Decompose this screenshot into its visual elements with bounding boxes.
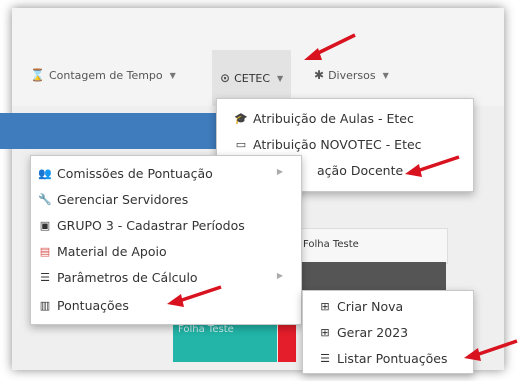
pdf-file-icon: ▤ — [39, 244, 51, 258]
menu-label: Pontuações — [57, 297, 129, 313]
card-title: Folha Teste — [303, 239, 359, 250]
chevron-down-icon: ▼ — [277, 73, 284, 83]
menu-label: Listar Pontuações — [337, 350, 448, 366]
menu-item-comissoes[interactable]: 👥 Comissões de Pontuação ▶ — [37, 162, 297, 184]
card-dark-strip — [282, 262, 446, 292]
calendar-icon: ▣ — [39, 218, 51, 232]
top-navbar: ⌛ Contagem de Tempo ▼ ⊙ CETEC ▼ ✱ Divers… — [12, 8, 504, 106]
hourglass-icon: ⌛ — [30, 68, 45, 82]
folha-card: Folha Teste — [280, 228, 448, 264]
plus-square-icon: ⊞ — [320, 299, 330, 313]
menu-label: Comissões de Pontuação — [57, 165, 213, 181]
menu-label: Gerenciar Servidores — [57, 191, 189, 207]
menu-item-pontuacoes[interactable]: ▥ Pontuações — [37, 294, 129, 316]
teal-tile-text: Folha Teste — [178, 324, 234, 335]
menu-label: GRUPO 3 - Cadastrar Períodos — [57, 217, 245, 233]
menu-item-gerenciar-servidores[interactable]: 🔧 Gerenciar Servidores — [37, 188, 188, 210]
nav-contagem-de-tempo[interactable]: ⌛ Contagem de Tempo ▼ — [30, 64, 176, 86]
chevron-right-icon: ▶ — [276, 167, 283, 176]
nav-cetec-label: CETEC — [234, 71, 271, 85]
wrench-icon: 🔧 — [38, 192, 52, 206]
blue-header-band — [0, 113, 240, 149]
chevron-right-icon: ▶ — [276, 271, 283, 280]
menu-item-avaliacao-docente[interactable]: ação Docente — [317, 159, 403, 181]
menu-item-parametros[interactable]: ☰ Parâmetros de Cálculo ▶ — [37, 266, 297, 288]
chevron-down-icon: ▼ — [382, 70, 389, 80]
menu-label: Atribuição de Aulas - Etec — [253, 110, 414, 126]
menu-label: Gerar 2023 — [337, 324, 409, 340]
users-icon: 👥 — [38, 166, 52, 180]
menu-label: Atribuição NOVOTEC - Etec — [253, 136, 422, 152]
nav-diversos-label: Diversos — [328, 68, 376, 82]
nav-diversos[interactable]: ✱ Diversos ▼ — [314, 64, 389, 86]
menu-label: Material de Apoio — [57, 243, 167, 259]
nav-contagem-label: Contagem de Tempo — [48, 68, 163, 82]
pontuacoes-submenu: ⊞ Criar Nova ⊞ Gerar 2023 ☰ Listar Pontu… — [302, 290, 474, 374]
circle-chevron-icon: ⊙ — [220, 71, 231, 85]
menu-label: ação Docente — [317, 162, 404, 178]
menu-item-gerar-2023[interactable]: ⊞ Gerar 2023 — [317, 321, 408, 343]
menu-item-listar-pontuacoes[interactable]: ☰ Listar Pontuações — [317, 347, 448, 369]
chevron-down-icon: ▼ — [169, 70, 176, 80]
bar-chart-icon: ▥ — [39, 298, 51, 312]
asterisk-icon: ✱ — [314, 68, 325, 82]
menu-item-atribuicao-novotec[interactable]: ▭ Atribuição NOVOTEC - Etec — [233, 133, 422, 155]
menu-item-atribuicao-aulas[interactable]: 🎓 Atribuição de Aulas - Etec — [233, 107, 414, 129]
menu-item-grupo3[interactable]: ▣ GRUPO 3 - Cadastrar Períodos — [37, 214, 245, 236]
menu-item-criar-nova[interactable]: ⊞ Criar Nova — [317, 295, 403, 317]
menu-label: Parâmetros de Cálculo — [57, 269, 198, 285]
main-dropdown: 👥 Comissões de Pontuação ▶ 🔧 Gerenciar S… — [30, 155, 302, 325]
menu-item-material-apoio[interactable]: ▤ Material de Apoio — [37, 240, 167, 262]
graduation-cap-icon: 🎓 — [234, 111, 248, 125]
menu-label: Criar Nova — [337, 298, 404, 314]
list-icon: ☰ — [320, 351, 330, 365]
chalkboard-icon: ▭ — [235, 137, 247, 151]
list-icon: ☰ — [40, 270, 50, 284]
plus-square-icon: ⊞ — [320, 325, 330, 339]
